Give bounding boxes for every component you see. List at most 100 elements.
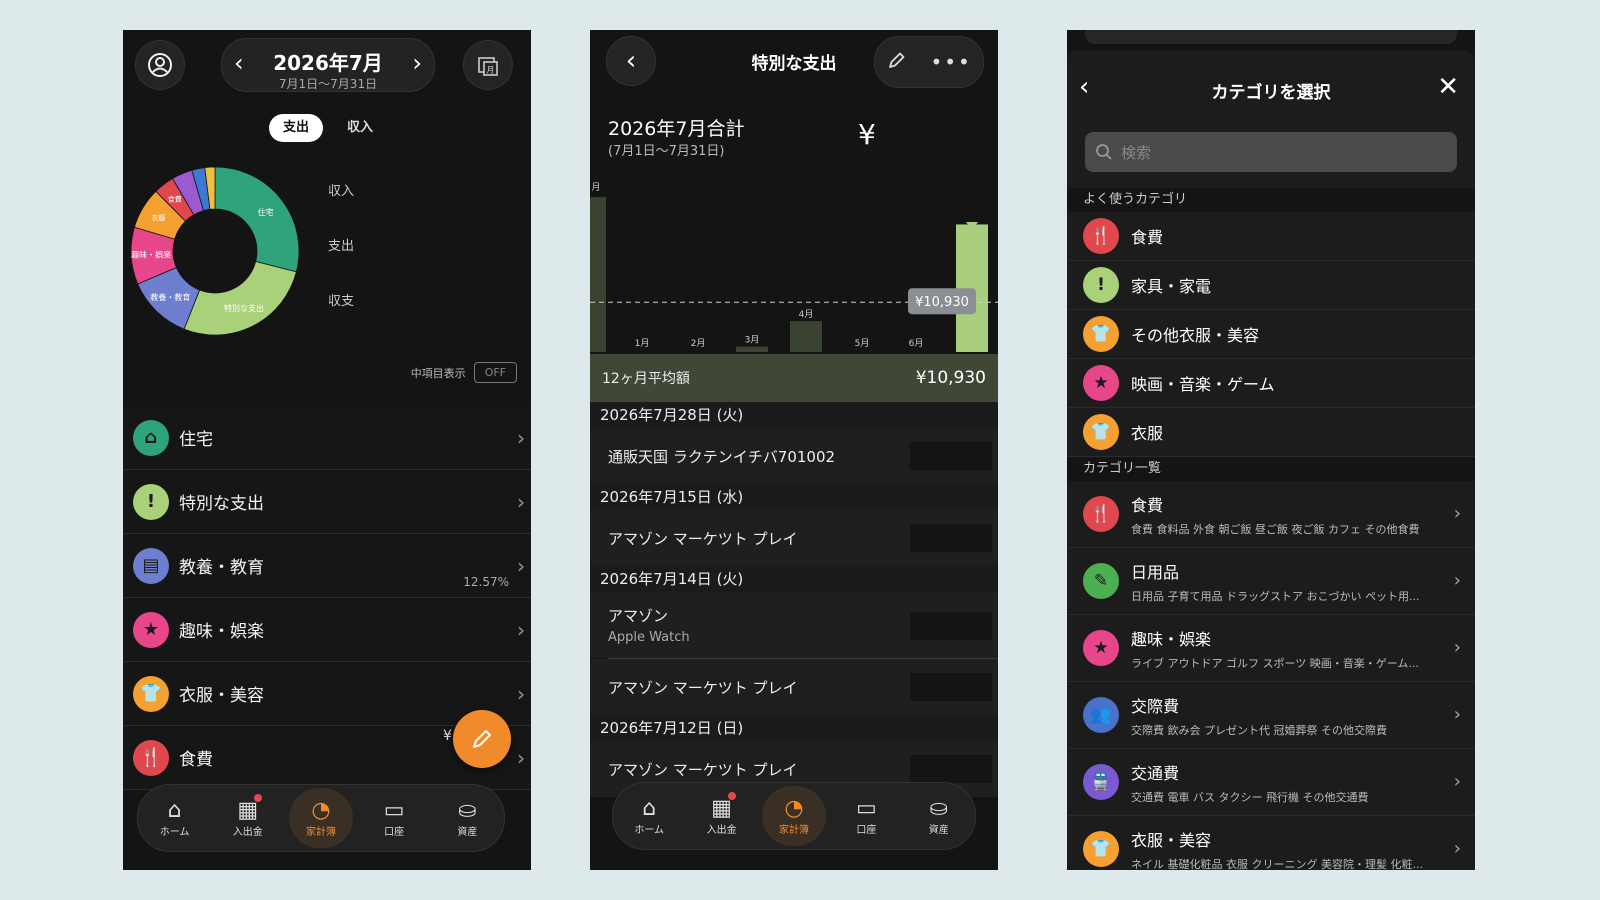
category-text: 趣味・娯楽 ライブ アウトドア ゴルフ スポーツ 映画・音楽・ゲーム... (1131, 626, 1461, 671)
transaction-row[interactable]: アマゾン マーケツト プレイ (590, 510, 998, 566)
assets-icon: ⛀ (929, 795, 948, 821)
actions-pill: ••• (874, 36, 984, 88)
tab-wallet[interactable]: ▭ 口座 (362, 788, 426, 848)
phone-category-select: ‹ カテゴリを選択 ✕ 検索 よく使うカテゴリ 🍴 食費! 家具・家電 👕 その他衣服・… (1067, 30, 1475, 870)
donut-label-housing: 住宅 (258, 207, 274, 217)
category-row[interactable]: ★ 趣味・娯楽 › (123, 598, 531, 662)
legend-balance: 収支 (328, 294, 355, 309)
search-icon (1096, 144, 1112, 160)
favorite-category-row[interactable]: 👕 衣服 (1067, 408, 1475, 457)
subcategory-toggle-label: 中項目表示 (410, 366, 466, 380)
category-label: 交通費 (1131, 763, 1180, 783)
favorite-category-row[interactable]: ! 家具・家電 (1067, 261, 1475, 310)
donut-label-education: 教養・教育 (150, 292, 190, 302)
edit-button[interactable] (886, 49, 908, 76)
tab-label: ホーム (634, 824, 665, 836)
x-tick-label: 月 (591, 182, 600, 193)
pie-chart-icon: ◔ (311, 797, 331, 823)
category-text: 日用品 日用品 子育て用品 ドラッグストア おこづかい ペット用... (1131, 559, 1461, 604)
category-row[interactable]: ✎ 日用品 日用品 子育て用品 ドラッグストア おこづかい ペット用... › (1067, 548, 1475, 615)
transaction-list: 2026年7月28日 (火) 通販天国 ラクテンイチバ701002 2026年7月1… (590, 402, 998, 797)
add-entry-button[interactable] (453, 710, 511, 768)
star-icon: ★ (1083, 365, 1119, 401)
category-row[interactable]: 🚆 交通費 交通費 電車 バス タクシー 飛行機 その他交通費 › (1067, 749, 1475, 816)
month-navigator: ‹ 2026年7月 7月1日〜7月31日 › (221, 38, 435, 92)
close-button[interactable]: ✕ (1437, 72, 1459, 102)
donut-label-clothing: 衣服 (151, 213, 165, 222)
calendar-button[interactable]: 月 (463, 40, 513, 90)
transaction-row[interactable]: アマゾン マーケツト プレイ (590, 659, 998, 715)
legend-income: 収入 (328, 184, 355, 199)
tab-expense[interactable]: 支出 (269, 114, 324, 142)
tab-label: 資産 (457, 826, 478, 838)
shirt-icon: 👕 (1083, 414, 1119, 450)
people-icon: 👥 (1083, 697, 1119, 733)
category-label: 映画・音楽・ゲーム (1131, 375, 1275, 394)
category-row[interactable]: 👥 交際費 交際費 飲み会 プレゼント代 冠婚葬祭 その他交際費 › (1067, 682, 1475, 749)
donut-slice-housing (214, 166, 300, 273)
category-subitems: 交際費 飲み会 プレゼント代 冠婚葬祭 その他交際費 (1131, 723, 1387, 737)
category-label: 衣服 (1131, 424, 1164, 443)
tab-income[interactable]: 収入 (333, 114, 387, 142)
tab-label: 口座 (384, 826, 405, 838)
favorite-category-row[interactable]: ★ 映画・音楽・ゲーム (1067, 359, 1475, 408)
home-icon: ⌂ (642, 795, 657, 821)
legend-expense: 支出 (328, 239, 355, 254)
average-tag-label: ¥10,930 (915, 295, 969, 310)
tab-assets[interactable]: ⛀ 資産 (907, 786, 971, 846)
favorite-category-row[interactable]: 👕 その他衣服・美容 (1067, 310, 1475, 359)
category-label: その他衣服・美容 (1131, 326, 1260, 345)
search-input[interactable]: 検索 (1085, 132, 1457, 172)
bar-4 (790, 321, 822, 352)
month-total-range: (7月1日〜7月31日) (608, 144, 725, 159)
tab-home[interactable]: ⌂ ホーム (617, 786, 681, 846)
chevron-right-icon: › (1453, 503, 1461, 524)
tab-label: ホーム (159, 826, 190, 838)
profile-button[interactable] (135, 40, 185, 90)
star-icon: ★ (133, 611, 169, 648)
category-row[interactable]: ! 特別な支出 › (123, 470, 531, 534)
more-dots-icon: ••• (930, 50, 972, 74)
donut-label-food: 食費 (168, 195, 182, 204)
category-subitems: ネイル 基礎化粧品 衣服 クリーニング 美容院・理髪 化粧... (1131, 857, 1423, 871)
phone-budget-overview: ‹ 2026年7月 7月1日〜7月31日 › 月 支出 収入 住宅 特別な支出 教養… (123, 30, 531, 870)
more-button[interactable]: ••• (930, 50, 971, 74)
category-label: 食費 (179, 750, 213, 770)
home-icon: ⌂ (167, 797, 182, 823)
chevron-right-icon: › (1453, 771, 1461, 792)
tab-home[interactable]: ⌂ ホーム (143, 788, 207, 848)
donut-label-hobby: 趣味・娯楽 (131, 250, 171, 260)
amount-yen: ¥ (443, 728, 452, 744)
category-subitems: ライブ アウトドア ゴルフ スポーツ 映画・音楽・ゲーム... (1131, 656, 1419, 670)
transaction-row[interactable]: 通販天国 ラクテンイチバ701002 (590, 428, 998, 484)
chevron-right-icon: › (517, 426, 525, 450)
x-tick-label: 6月 (909, 338, 924, 349)
category-row[interactable]: ★ 趣味・娯楽 ライブ アウトドア ゴルフ スポーツ 映画・音楽・ゲーム... › (1067, 615, 1475, 682)
search-placeholder: 検索 (1121, 143, 1152, 162)
tab-pie-chart[interactable]: ◔ 家計簿 (761, 786, 826, 846)
category-subitems: 食費 食料品 外食 朝ご飯 昼ご飯 夜ご飯 カフェ その他食費 (1131, 522, 1420, 536)
transaction-row[interactable]: アマゾン Apple Watch (590, 592, 998, 658)
subcategory-switch[interactable]: OFF (473, 362, 517, 383)
all-categories-header: カテゴリ一覧 (1067, 457, 1475, 481)
tab-wallet[interactable]: ▭ 口座 (834, 786, 898, 846)
category-text: 衣服・美容 ネイル 基礎化粧品 衣服 クリーニング 美容院・理髪 化粧... (1131, 827, 1461, 871)
tab-assets[interactable]: ⛀ 資産 (435, 788, 499, 848)
expense-income-toggle: 支出 収入 (269, 114, 387, 142)
tab-pie-chart[interactable]: ◔ 家計簿 (288, 788, 353, 848)
category-row[interactable]: 🍴 食費 食費 食料品 外食 朝ご飯 昼ご飯 夜ご飯 カフェ その他食費 › (1067, 481, 1475, 548)
pencil-icon (889, 52, 905, 68)
home-icon: ⌂ (133, 419, 169, 456)
category-row[interactable]: 👕 衣服・美容 ネイル 基礎化粧品 衣服 クリーニング 美容院・理髪 化粧... › (1067, 816, 1475, 870)
category-row[interactable]: ▤ 教養・教育 › 12.57% (123, 534, 531, 598)
average-label: 12ヶ月平均額 (602, 371, 690, 387)
tab-list[interactable]: ▦ 入出金 (690, 786, 754, 846)
all-categories-list: 🍴 食費 食費 食料品 外食 朝ご飯 昼ご飯 夜ご飯 カフェ その他食費 › ✎ 日用品日… (1067, 481, 1475, 870)
x-tick-label: 5月 (855, 338, 870, 349)
tab-list[interactable]: ▦ 入出金 (216, 788, 280, 848)
x-tick-label: 3月 (745, 335, 760, 346)
favorite-category-row[interactable]: 🍴 食費 (1067, 212, 1475, 261)
next-month-button[interactable]: › (412, 49, 422, 77)
tab-label: 資産 (928, 824, 949, 836)
category-row[interactable]: ⌂ 住宅 › (123, 406, 531, 470)
